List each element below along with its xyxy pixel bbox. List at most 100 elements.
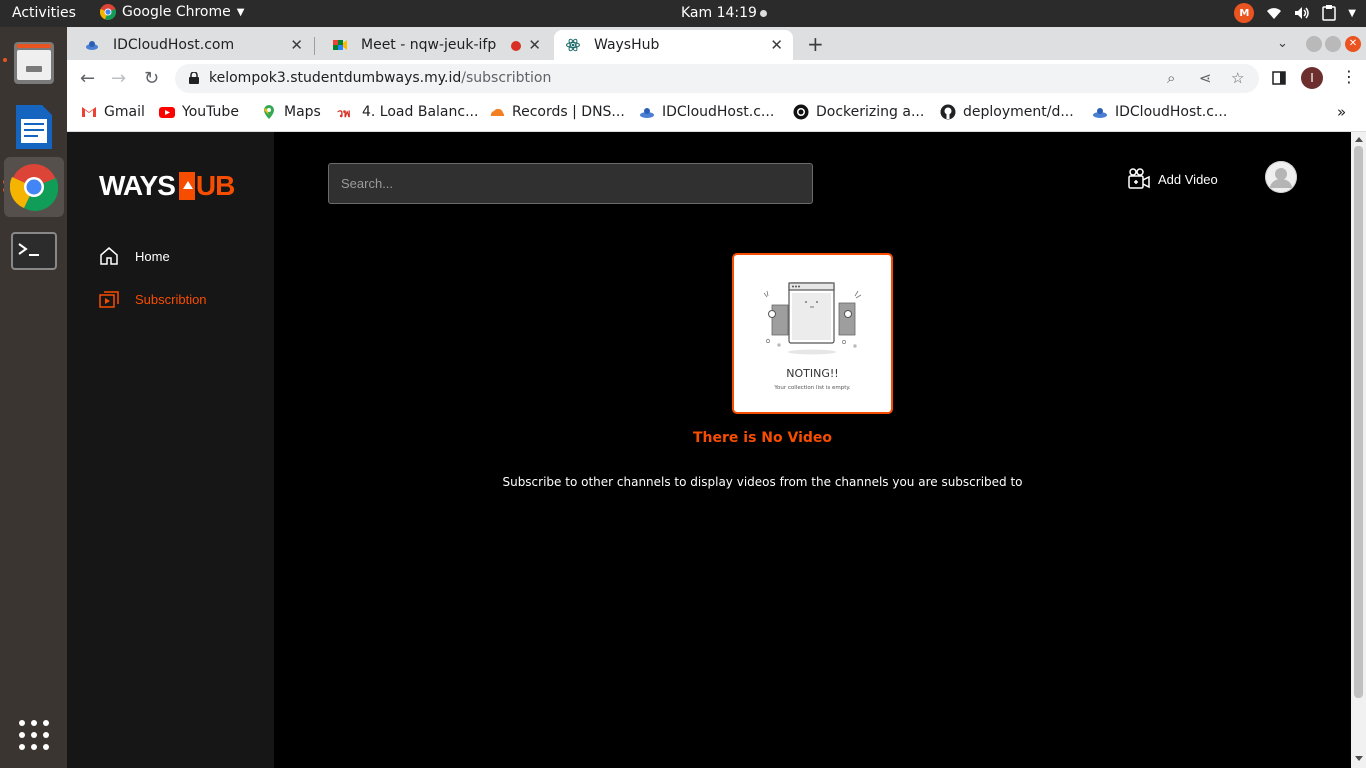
dock-files[interactable] bbox=[4, 33, 64, 93]
empty-state-subtitle: Subscribe to other channels to display v… bbox=[502, 475, 1023, 489]
url-host: kelompok3.studentdumbways.my.id bbox=[209, 70, 462, 86]
system-top-bar: Activities Google Chrome ▼ Kam 14:19 M ▼ bbox=[0, 0, 1366, 27]
sidebar-item-label: Home bbox=[135, 248, 170, 264]
page-scrollbar[interactable] bbox=[1351, 132, 1366, 768]
sidebar-item-label: Subscribtion bbox=[135, 291, 207, 307]
reload-button[interactable]: ↻ bbox=[144, 68, 159, 89]
forward-button[interactable]: → bbox=[111, 68, 126, 89]
tab-title: IDCloudHost.com bbox=[113, 37, 235, 53]
bookmark-youtube[interactable]: YouTube bbox=[159, 104, 239, 120]
empty-state-illustration: NOTING!! Your collection list is empty. bbox=[732, 253, 893, 414]
minimize-button[interactable] bbox=[1306, 36, 1322, 52]
files-icon bbox=[14, 42, 54, 84]
browser-window: IDCloudHost.com ✕ Meet - nqw-jeuk-ifp ✕ … bbox=[67, 27, 1366, 132]
idcloudhost-icon bbox=[1093, 108, 1107, 118]
profile-avatar[interactable]: I bbox=[1301, 67, 1323, 89]
bookmark-label: deployment/d... bbox=[963, 104, 1074, 120]
new-tab-button[interactable]: + bbox=[807, 32, 824, 56]
bookmark-load-balancing[interactable]: วพ 4. Load Balanc... bbox=[337, 104, 478, 120]
power-menu-chevron-icon[interactable]: ▼ bbox=[1348, 8, 1356, 19]
lock-icon bbox=[189, 72, 199, 84]
bookmark-gmail[interactable]: Gmail bbox=[81, 104, 145, 120]
bookmark-star-icon[interactable]: ☆ bbox=[1231, 69, 1244, 87]
home-icon bbox=[100, 247, 118, 265]
logo-play-icon bbox=[178, 172, 195, 200]
address-bar[interactable]: kelompok3.studentdumbways.my.id/subscrib… bbox=[175, 64, 1259, 93]
dock-writer[interactable] bbox=[4, 97, 64, 157]
close-icon[interactable]: ✕ bbox=[290, 36, 303, 54]
close-icon[interactable]: ✕ bbox=[770, 36, 783, 54]
empty-state-title: There is No Video bbox=[692, 430, 833, 446]
bookmark-dockerizing[interactable]: Dockerizing a... bbox=[793, 104, 924, 120]
idcloudhost-icon bbox=[640, 108, 654, 118]
idcloudhost-favicon-icon bbox=[86, 41, 98, 50]
system-tray[interactable]: M ▼ bbox=[1234, 3, 1356, 23]
tray-app-icon[interactable]: M bbox=[1234, 3, 1255, 23]
zoom-icon[interactable]: ⌕ bbox=[1167, 69, 1175, 87]
bookmark-maps[interactable]: Maps bbox=[261, 104, 321, 120]
empty-card-subtitle: Your collection list is empty. bbox=[773, 385, 850, 391]
bookmark-github-deployment[interactable]: deployment/d... bbox=[940, 104, 1074, 120]
bookmark-label: YouTube bbox=[182, 104, 239, 120]
clipboard-icon bbox=[1322, 5, 1337, 21]
show-applications-button[interactable] bbox=[4, 705, 64, 765]
bookmark-label: IDCloudHost.c... bbox=[662, 104, 775, 120]
subscription-icon bbox=[99, 291, 119, 308]
user-avatar[interactable] bbox=[1265, 161, 1297, 193]
github-icon bbox=[940, 104, 956, 120]
youtube-icon bbox=[159, 107, 175, 118]
dock-chrome[interactable] bbox=[4, 157, 64, 217]
wifi-icon bbox=[1267, 8, 1282, 19]
tab-title: WaysHub bbox=[594, 37, 660, 53]
app-menu[interactable]: Google Chrome ▼ bbox=[100, 4, 244, 20]
dock-terminal[interactable] bbox=[4, 221, 64, 281]
volume-icon bbox=[1295, 7, 1310, 19]
bookmarks-bar: Gmail YouTube Maps วพ 4. Load Balanc... … bbox=[67, 96, 1366, 132]
dockerizing-site-icon bbox=[793, 104, 809, 120]
dock bbox=[0, 27, 67, 768]
app-grid-icon bbox=[19, 720, 49, 750]
tab-meet[interactable]: Meet - nqw-jeuk-ifp ✕ bbox=[315, 30, 551, 60]
bookmark-label: IDCloudHost.c... bbox=[1115, 104, 1228, 120]
maximize-button[interactable] bbox=[1325, 36, 1341, 52]
dumbways-icon: วพ bbox=[337, 107, 351, 120]
wayshub-logo[interactable]: WAYS UB bbox=[99, 170, 235, 202]
sidebar-item-subscribtion[interactable]: Subscribtion bbox=[99, 289, 207, 309]
close-icon[interactable]: ✕ bbox=[528, 36, 541, 54]
bookmarks-overflow-icon[interactable]: » bbox=[1337, 103, 1346, 121]
scroll-down-icon[interactable] bbox=[1355, 756, 1363, 761]
tab-title: Meet - nqw-jeuk-ifp bbox=[361, 37, 497, 53]
user-icon bbox=[1265, 161, 1297, 193]
url-path: /subscribtion bbox=[461, 70, 552, 86]
maps-icon bbox=[264, 105, 274, 119]
side-panel-icon[interactable] bbox=[1272, 71, 1286, 85]
share-icon[interactable]: ⋖ bbox=[1199, 69, 1212, 87]
browser-toolbar: ← → ↻ kelompok3.studentdumbways.my.id/su… bbox=[67, 60, 1366, 96]
scroll-up-icon[interactable] bbox=[1355, 137, 1363, 142]
bookmark-idcloudhost-1[interactable]: IDCloudHost.c... bbox=[639, 104, 774, 120]
bookmark-label: Maps bbox=[284, 104, 321, 120]
scrollbar-thumb[interactable] bbox=[1354, 146, 1363, 698]
cloudflare-icon bbox=[490, 108, 505, 116]
activities-button[interactable]: Activities bbox=[12, 5, 76, 21]
bookmark-idcloudhost-2[interactable]: IDCloudHost.c... bbox=[1092, 104, 1227, 120]
chrome-menu-icon[interactable]: ⋮ bbox=[1341, 67, 1357, 86]
add-video-button[interactable]: Add Video bbox=[1128, 168, 1218, 190]
clock-label: Kam 14:19 bbox=[681, 5, 757, 21]
bookmark-label: Dockerizing a... bbox=[816, 104, 925, 120]
bookmark-label: Gmail bbox=[104, 104, 145, 120]
close-window-button[interactable]: ✕ bbox=[1345, 36, 1361, 52]
bookmark-label: Records | DNS... bbox=[512, 104, 625, 120]
back-button[interactable]: ← bbox=[80, 68, 95, 89]
logo-text-left: WAYS bbox=[99, 170, 176, 201]
tab-wayshub[interactable]: WaysHub ✕ bbox=[554, 30, 793, 60]
bookmark-dns-records[interactable]: Records | DNS... bbox=[489, 104, 625, 120]
sidebar-item-home[interactable]: Home bbox=[99, 246, 170, 266]
tab-idcloudhost[interactable]: IDCloudHost.com ✕ bbox=[67, 30, 313, 60]
chrome-icon bbox=[100, 4, 116, 20]
gmail-icon bbox=[82, 107, 96, 117]
search-input[interactable] bbox=[328, 163, 813, 204]
tab-search-chevron-icon[interactable]: ⌄ bbox=[1277, 36, 1288, 51]
clock[interactable]: Kam 14:19 bbox=[681, 5, 767, 21]
writer-document-icon bbox=[16, 105, 52, 149]
